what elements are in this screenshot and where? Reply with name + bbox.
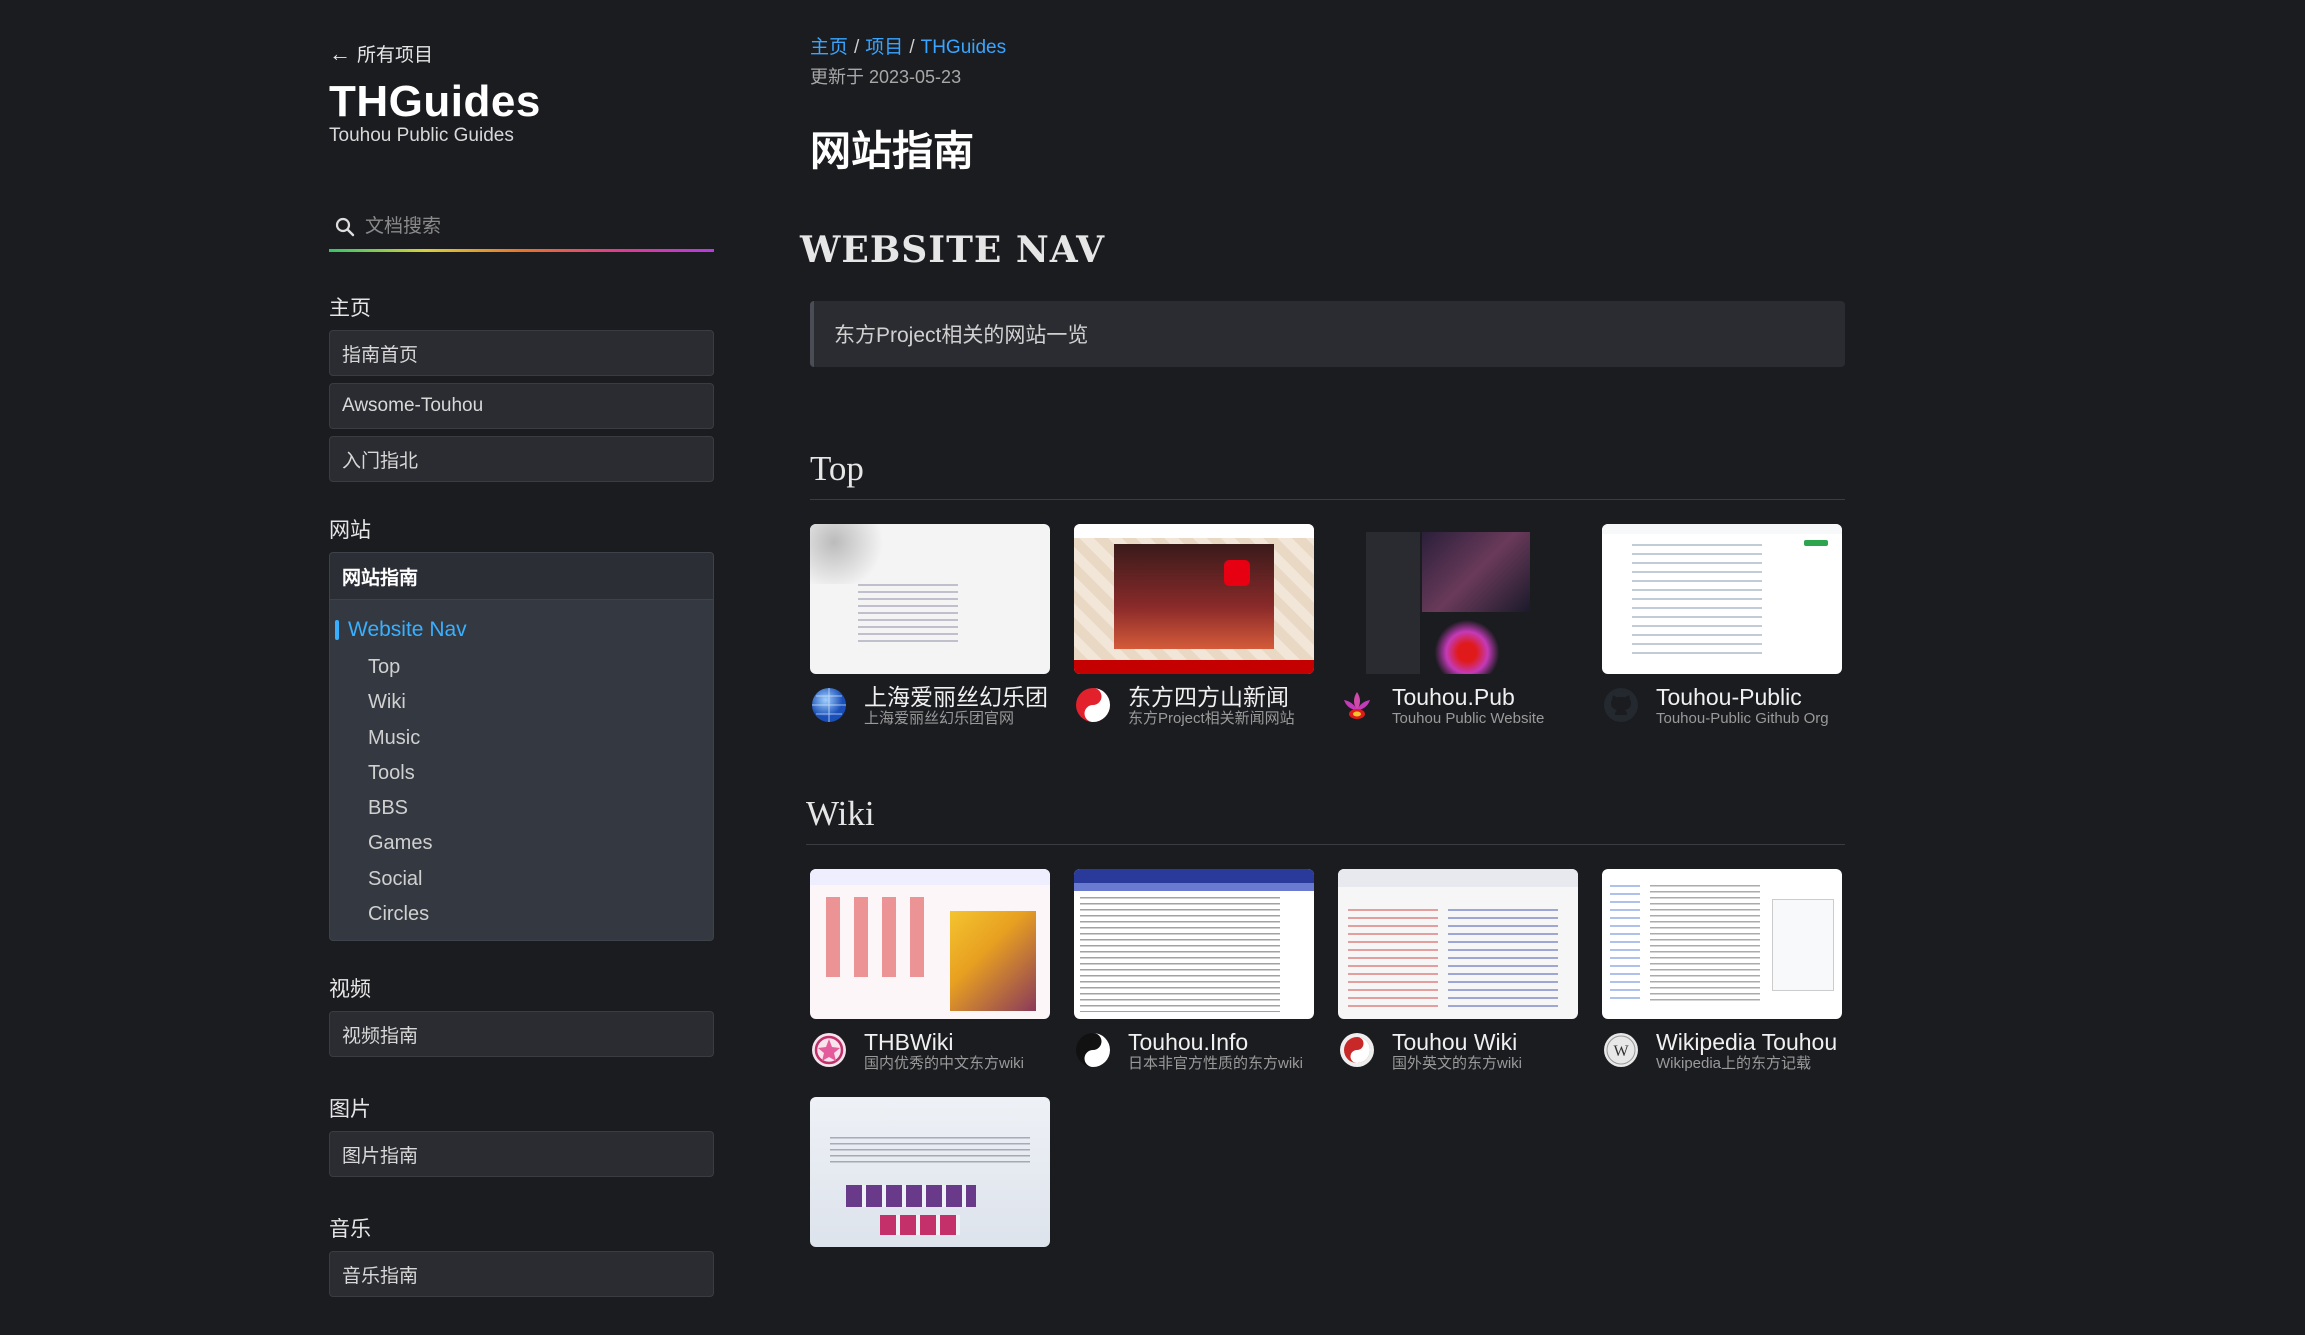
section-title-home: 主页: [329, 297, 371, 320]
site-card[interactable]: [810, 1097, 1050, 1247]
search-box[interactable]: [329, 205, 714, 252]
nav-item-website-guide[interactable]: 网站指南: [330, 553, 713, 600]
site-subtitle: Touhou Public Guides: [329, 125, 514, 146]
site-card-desc: 国外英文的东方wiki: [1392, 1055, 1522, 1072]
section-title-music: 音乐: [329, 1218, 371, 1242]
globe-icon: [812, 688, 846, 722]
toc-social[interactable]: Social: [330, 862, 713, 897]
lotus-icon: [1344, 692, 1370, 719]
site-card[interactable]: 东方四方山新闻 东方Project相关新闻网站: [1074, 524, 1314, 728]
site-card[interactable]: W Wikipedia Touhou Wikipedia上的东方记载: [1602, 869, 1842, 1073]
site-thumbnail: [1074, 524, 1314, 674]
wikipedia-icon: W: [1604, 1033, 1638, 1067]
site-card[interactable]: THBWiki 国内优秀的中文东方wiki: [810, 869, 1050, 1073]
site-thumbnail: [810, 524, 1050, 674]
site-card-title: 上海爱丽丝幻乐团: [864, 684, 1048, 710]
site-thumbnail: [1338, 524, 1578, 674]
section-title-image: 图片: [329, 1098, 371, 1122]
cards-top: 上海爱丽丝幻乐团 上海爱丽丝幻乐团官网 东方四方山新闻 东方Project相关新…: [810, 524, 1845, 728]
site-card-title: THBWiki: [864, 1029, 954, 1055]
site-card-title: Touhou.Info: [1128, 1029, 1249, 1055]
site-card-desc: 日本非官方性质的东方wiki: [1128, 1055, 1303, 1072]
nav-item-music-guide[interactable]: 音乐指南: [329, 1251, 714, 1298]
site-card[interactable]: Touhou.Pub Touhou Public Website: [1338, 524, 1578, 728]
svg-text:W: W: [1613, 1043, 1629, 1060]
site-card-desc: Touhou Public Website: [1392, 710, 1545, 727]
nav-item-image-guide[interactable]: 图片指南: [329, 1131, 714, 1178]
site-thumbnail: [1602, 524, 1842, 674]
heading-top: Top: [810, 449, 1845, 500]
site-card-title: Touhou-Public: [1656, 684, 1802, 710]
toc-games[interactable]: Games: [330, 826, 713, 861]
site-card-desc: Wikipedia上的东方记载: [1656, 1055, 1812, 1072]
site-thumbnail: [810, 1097, 1050, 1247]
yinyang-red-icon: [1076, 688, 1110, 722]
nav-item-guide-home[interactable]: 指南首页: [329, 330, 714, 376]
site-card-desc: Touhou-Public Github Org: [1656, 710, 1829, 727]
site-card-desc: 国内优秀的中文东方wiki: [864, 1055, 1024, 1072]
search-icon: [335, 217, 355, 237]
toc-website-nav-label: Website Nav: [348, 618, 467, 641]
updated-date: 更新于 2023-05-23: [810, 67, 962, 87]
site-card-title: Touhou.Pub: [1392, 684, 1515, 710]
site-thumbnail: [810, 869, 1050, 1019]
site-title[interactable]: THGuides: [329, 77, 714, 127]
back-to-projects-link[interactable]: ← 所有项目: [329, 40, 714, 67]
nav-group-website: 网站指南 Website Nav Top Wiki Music Tools BB…: [329, 552, 714, 942]
site-card-desc: 东方Project相关新闻网站: [1128, 710, 1295, 727]
website-nav-logo: WEBSITE NAV: [800, 229, 1106, 271]
touhouwiki-icon: [1340, 1033, 1374, 1067]
nav-item-video-guide[interactable]: 视频指南: [329, 1011, 714, 1058]
arrow-left-icon: ←: [329, 40, 351, 66]
toc-circles[interactable]: Circles: [330, 897, 713, 932]
main-content: 主页 / 项目 / THGuides 更新于 2023-05-23 网站指南 WEBSI…: [800, 32, 1845, 1247]
toc-tools[interactable]: Tools: [330, 756, 713, 791]
toc-bbs[interactable]: BBS: [330, 791, 713, 826]
active-indicator: [335, 620, 339, 640]
intro-quote: 东方Project相关的网站一览: [810, 301, 1845, 367]
toc-website-nav[interactable]: Website Nav: [335, 618, 713, 642]
breadcrumb: 主页 / 项目 / THGuides: [810, 37, 1007, 58]
breadcrumb-projects[interactable]: 项目: [865, 37, 903, 58]
search-input[interactable]: [363, 215, 714, 239]
site-thumbnail: [1602, 869, 1842, 1019]
breadcrumb-thguides[interactable]: THGuides: [921, 37, 1007, 58]
site-card[interactable]: Touhou.Info 日本非官方性质的东方wiki: [1074, 869, 1314, 1073]
site-card[interactable]: Touhou-Public Touhou-Public Github Org: [1602, 524, 1842, 728]
github-icon: [1604, 688, 1638, 722]
site-card[interactable]: 上海爱丽丝幻乐团 上海爱丽丝幻乐团官网: [810, 524, 1050, 728]
thbwiki-icon: [812, 1033, 846, 1067]
site-thumbnail: [1338, 869, 1578, 1019]
yinyang-icon: [1076, 1033, 1110, 1067]
section-title-website: 网站: [329, 519, 371, 542]
site-thumbnail: [1074, 869, 1314, 1019]
cards-wiki: THBWiki 国内优秀的中文东方wiki Touhou.Info 日本非官方性…: [810, 869, 1845, 1247]
toc-top[interactable]: Top: [330, 650, 713, 685]
sidebar: ← 所有项目 THGuides Touhou Public Guides 主页 …: [329, 36, 714, 1304]
site-card[interactable]: Touhou Wiki 国外英文的东方wiki: [1338, 869, 1578, 1073]
toc-wiki[interactable]: Wiki: [330, 685, 713, 720]
nav-item-awesome-touhou[interactable]: Awsome-Touhou: [329, 383, 714, 429]
back-link-label: 所有项目: [357, 45, 434, 66]
page-title: 网站指南: [810, 128, 974, 174]
site-card-title: Touhou Wiki: [1392, 1029, 1518, 1055]
site-card-title: 东方四方山新闻: [1128, 684, 1289, 710]
toc-music[interactable]: Music: [330, 721, 713, 756]
site-card-title: Wikipedia Touhou: [1656, 1029, 1838, 1055]
heading-wiki: Wiki: [806, 794, 1845, 845]
nav-item-intro-guide[interactable]: 入门指北: [329, 436, 714, 482]
breadcrumb-home[interactable]: 主页: [810, 37, 848, 58]
site-card-desc: 上海爱丽丝幻乐团官网: [864, 710, 1015, 727]
section-title-video: 视频: [329, 978, 371, 1002]
